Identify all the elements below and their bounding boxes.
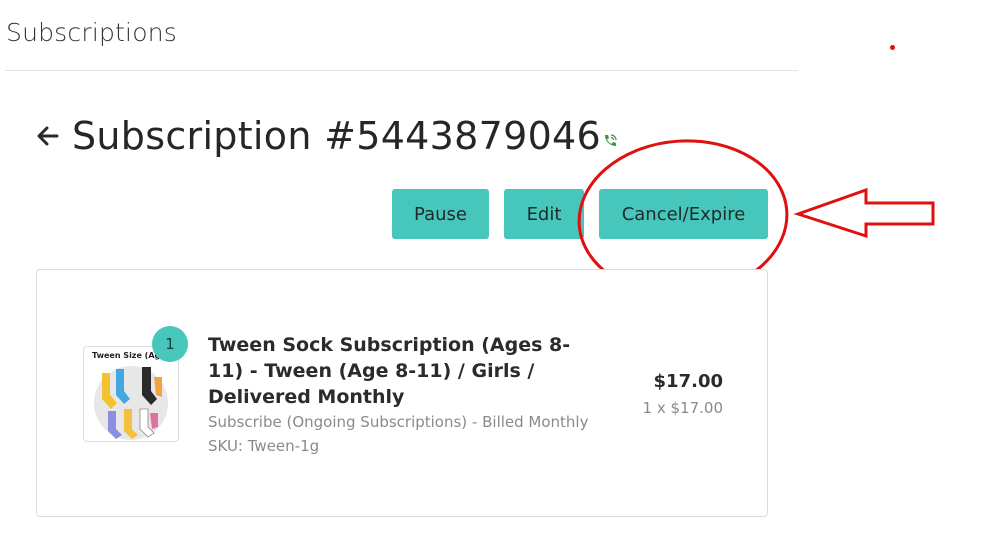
- annotation-dot: [890, 45, 895, 50]
- line-item-unit-price: 1 x $17.00: [642, 399, 723, 417]
- line-item-card: Tween Size (Ages 1 Tween Sock Subscripti…: [36, 269, 768, 517]
- annotation-arrow: [793, 187, 935, 239]
- page-header-title: Subscriptions: [6, 18, 177, 47]
- quantity-badge: 1: [152, 326, 188, 362]
- phone-icon: [602, 133, 618, 149]
- subscription-title: Subscription #5443879046: [72, 114, 601, 158]
- arrow-left-icon[interactable]: [34, 122, 62, 150]
- subscription-title-row: Subscription #5443879046: [34, 110, 618, 162]
- subscription-plan: Subscribe (Ongoing Subscriptions) - Bill…: [208, 413, 589, 431]
- cancel-expire-button[interactable]: Cancel/Expire: [599, 189, 768, 239]
- subscription-page: Subscriptions Subscription #5443879046 P…: [0, 0, 985, 535]
- header-divider: [5, 70, 798, 71]
- product-sku: SKU: Tween-1g: [208, 437, 320, 455]
- pause-button[interactable]: Pause: [392, 189, 489, 239]
- line-item-total: $17.00: [653, 371, 723, 392]
- edit-button[interactable]: Edit: [504, 189, 584, 239]
- product-name-link[interactable]: Tween Sock Subscription (Ages 8-11) - Tw…: [208, 332, 588, 410]
